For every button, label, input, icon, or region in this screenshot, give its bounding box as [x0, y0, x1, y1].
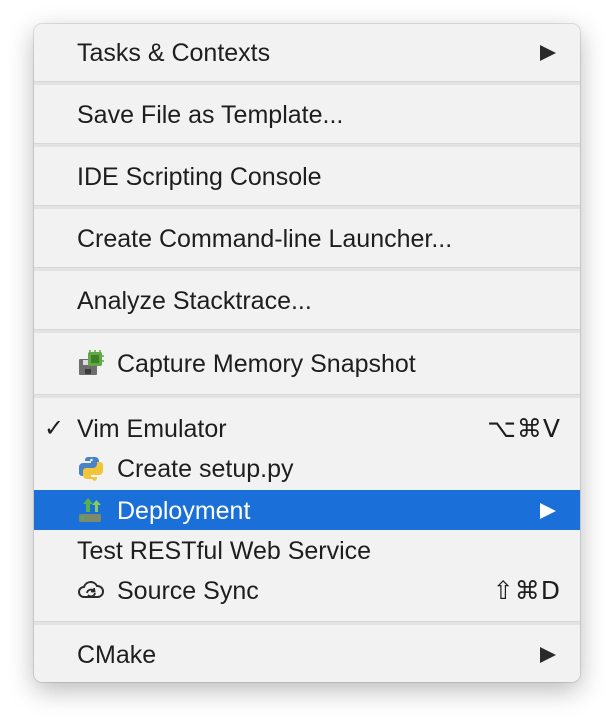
menu-item-label: Capture Memory Snapshot: [117, 350, 416, 378]
menu-item-label: Deployment: [117, 497, 251, 525]
menu-item-cmake[interactable]: CMake: [34, 634, 580, 674]
menu-separator: [34, 329, 580, 333]
menu-item-create-command-line-launcher[interactable]: Create Command-line Launcher...: [34, 218, 580, 258]
menu-separator: [34, 394, 580, 398]
menu-item-label: Create setup.py: [117, 455, 294, 483]
menu-item-vim-emulator[interactable]: ✓ Vim Emulator ⌥⌘V: [34, 408, 580, 448]
deployment-icon: [77, 496, 105, 524]
menu-item-label: Test RESTful Web Service: [77, 537, 372, 565]
menu-separator: [34, 81, 580, 85]
menu-item-label: Tasks & Contexts: [77, 39, 271, 67]
checkmark-icon: ✓: [44, 415, 65, 442]
submenu-arrow-icon: [540, 503, 556, 519]
context-menu: Tasks & Contexts Save File as Template..…: [34, 24, 580, 682]
menu-separator: [34, 267, 580, 271]
menu-item-label: CMake: [77, 641, 157, 669]
menu-separator: [34, 621, 580, 625]
menu-item-label: IDE Scripting Console: [77, 163, 322, 191]
cloud-sync-icon: [77, 576, 105, 604]
python-icon: [77, 454, 105, 482]
menu-item-label: Create Command-line Launcher...: [77, 225, 453, 253]
menu-item-analyze-stacktrace[interactable]: Analyze Stacktrace...: [34, 280, 580, 320]
menu-separator: [34, 205, 580, 209]
submenu-arrow-icon: [540, 647, 556, 663]
memory-snapshot-icon: [77, 349, 105, 377]
menu-item-tasks-contexts[interactable]: Tasks & Contexts: [34, 32, 580, 72]
keyboard-shortcut: ⇧⌘D: [492, 576, 561, 605]
menu-item-ide-scripting-console[interactable]: IDE Scripting Console: [34, 156, 580, 196]
menu-item-deployment[interactable]: Deployment: [34, 490, 580, 530]
menu-item-test-restful-web-service[interactable]: Test RESTful Web Service: [34, 530, 580, 570]
menu-item-save-file-as-template[interactable]: Save File as Template...: [34, 94, 580, 134]
menu-separator: [34, 143, 580, 147]
menu-item-label: Vim Emulator: [77, 415, 227, 443]
menu-item-label: Source Sync: [117, 577, 259, 605]
menu-item-create-setup-py[interactable]: Create setup.py: [34, 448, 580, 488]
menu-item-label: Save File as Template...: [77, 101, 344, 129]
keyboard-shortcut: ⌥⌘V: [487, 414, 561, 443]
menu-item-capture-memory-snapshot[interactable]: Capture Memory Snapshot: [34, 343, 580, 383]
menu-item-source-sync[interactable]: Source Sync ⇧⌘D: [34, 570, 580, 610]
submenu-arrow-icon: [540, 45, 556, 61]
menu-item-label: Analyze Stacktrace...: [77, 287, 312, 315]
